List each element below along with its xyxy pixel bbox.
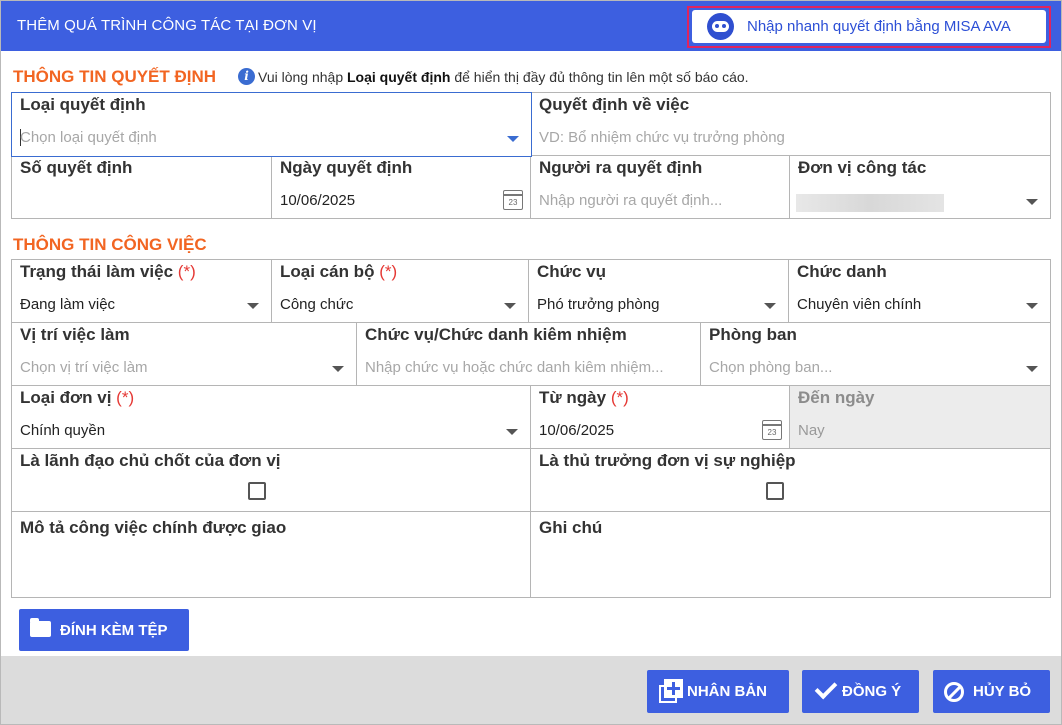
head-of-unit-checkbox[interactable] xyxy=(766,482,784,500)
department-label: Phòng ban xyxy=(709,325,797,344)
decision-about-field[interactable]: Quyết định về việc VD: Bổ nhiệm chức vụ … xyxy=(530,92,1051,156)
to-date-label: Đến ngày xyxy=(798,388,875,407)
to-date-placeholder: Nay xyxy=(798,422,825,439)
check-icon xyxy=(814,676,838,700)
concurrent-position-field[interactable]: Chức vụ/Chức danh kiêm nhiệm Nhập chức v… xyxy=(356,322,701,386)
unit-type-value: Chính quyền xyxy=(20,422,106,439)
agree-button[interactable]: ĐỒNG Ý xyxy=(802,670,919,713)
decision-date-label: Ngày quyết định xyxy=(280,158,413,177)
job-position-placeholder: Chọn vị trí việc làm xyxy=(20,359,148,376)
from-date-label: Từ ngày (*) xyxy=(539,388,629,407)
from-date-value: 10/06/2025 xyxy=(539,422,615,439)
decision-issuer-label: Người ra quyết định xyxy=(539,158,703,177)
work-unit-field[interactable]: Đơn vị công tác xyxy=(789,155,1051,219)
duplicate-button[interactable]: NHÂN BẢN xyxy=(647,670,789,713)
info-note: Vui lòng nhập Loại quyết định để hiển th… xyxy=(258,69,749,85)
chevron-down-icon[interactable] xyxy=(1026,366,1038,372)
head-of-unit-label: Là thủ trưởng đơn vị sự nghiệp xyxy=(539,451,796,470)
cancel-label: HỦY BỎ xyxy=(973,683,1032,700)
department-field[interactable]: Phòng ban Chọn phòng ban... xyxy=(700,322,1051,386)
job-position-label: Vị trí việc làm xyxy=(20,325,130,344)
misa-ava-label: Nhập nhanh quyết định bằng MISA AVA xyxy=(747,18,1011,35)
decision-about-label: Quyết định về việc xyxy=(539,95,690,114)
calendar-icon[interactable]: 23 xyxy=(762,420,782,440)
decision-date-field[interactable]: Ngày quyết định 10/06/2025 23 xyxy=(271,155,531,219)
attach-file-label: ĐÍNH KÈM TỆP xyxy=(60,622,168,639)
decision-date-value: 10/06/2025 xyxy=(280,192,356,209)
title-label: Chức danh xyxy=(797,262,887,281)
decision-issuer-placeholder: Nhập người ra quyết định... xyxy=(539,192,723,209)
note-label: Ghi chú xyxy=(539,518,603,537)
chevron-down-icon[interactable] xyxy=(1026,199,1038,205)
job-description-label: Mô tả công việc chính được giao xyxy=(20,518,287,537)
attach-file-button[interactable]: ĐÍNH KÈM TỆP xyxy=(19,609,189,651)
dialog: THÊM QUÁ TRÌNH CÔNG TÁC TẠI ĐƠN VỊ Nhập … xyxy=(0,0,1062,725)
chevron-down-icon[interactable] xyxy=(1026,303,1038,309)
section-title-job: THÔNG TIN CÔNG VIỆC xyxy=(13,235,207,254)
unit-type-field[interactable]: Loại đơn vị (*) Chính quyền xyxy=(11,385,531,449)
work-unit-label: Đơn vị công tác xyxy=(798,158,927,177)
calendar-icon[interactable]: 23 xyxy=(503,190,523,210)
chevron-down-icon[interactable] xyxy=(506,429,518,435)
ban-icon xyxy=(944,682,964,702)
decision-issuer-field[interactable]: Người ra quyết định Nhập người ra quyết … xyxy=(530,155,790,219)
chevron-down-icon[interactable] xyxy=(247,303,259,309)
dialog-title: THÊM QUÁ TRÌNH CÔNG TÁC TẠI ĐƠN VỊ xyxy=(17,17,317,34)
section-title-decision: THÔNG TIN QUYẾT ĐỊNH xyxy=(13,67,217,86)
work-status-field[interactable]: Trạng thái làm việc (*) Đang làm việc xyxy=(11,259,272,324)
key-leader-label: Là lãnh đạo chủ chốt của đơn vị xyxy=(20,451,281,470)
dialog-header: THÊM QUÁ TRÌNH CÔNG TÁC TẠI ĐƠN VỊ Nhập … xyxy=(1,1,1061,51)
position-label: Chức vụ xyxy=(537,262,606,281)
note-field[interactable]: Ghi chú xyxy=(530,511,1051,598)
key-leader-checkbox[interactable] xyxy=(248,482,266,500)
chevron-down-icon[interactable] xyxy=(764,303,776,309)
key-leader-field: Là lãnh đạo chủ chốt của đơn vị xyxy=(11,448,531,512)
job-position-field[interactable]: Vị trí việc làm Chọn vị trí việc làm xyxy=(11,322,357,386)
concurrent-position-placeholder: Nhập chức vụ hoặc chức danh kiêm nhiệm..… xyxy=(365,359,664,376)
staff-type-value: Công chức xyxy=(280,296,354,313)
work-status-label: Trạng thái làm việc (*) xyxy=(20,262,196,281)
misa-ava-button[interactable]: Nhập nhanh quyết định bằng MISA AVA xyxy=(692,10,1046,43)
to-date-field: Đến ngày Nay xyxy=(789,385,1051,449)
redacted-value xyxy=(796,194,944,212)
head-of-unit-field: Là thủ trưởng đơn vị sự nghiệp xyxy=(530,448,1051,512)
unit-type-label: Loại đơn vị (*) xyxy=(20,388,135,407)
decision-about-placeholder: VD: Bổ nhiệm chức vụ trưởng phòng xyxy=(539,129,785,146)
decision-type-field[interactable]: Loại quyết định Chọn loại quyết định xyxy=(11,92,532,157)
decision-number-label: Số quyết định xyxy=(20,158,133,177)
agree-label: ĐỒNG Ý xyxy=(842,683,902,700)
chevron-down-icon[interactable] xyxy=(507,136,519,142)
robot-icon xyxy=(707,13,734,40)
position-field[interactable]: Chức vụ Phó trưởng phòng xyxy=(528,259,789,324)
title-value: Chuyên viên chính xyxy=(797,296,922,313)
decision-type-placeholder: Chọn loại quyết định xyxy=(20,129,157,146)
chevron-down-icon[interactable] xyxy=(504,303,516,309)
work-status-value: Đang làm việc xyxy=(20,296,116,313)
cancel-button[interactable]: HỦY BỎ xyxy=(933,670,1050,713)
folder-icon xyxy=(30,618,51,637)
job-description-field[interactable]: Mô tả công việc chính được giao xyxy=(11,511,531,598)
decision-type-label: Loại quyết định xyxy=(20,95,146,114)
staff-type-label: Loại cán bộ (*) xyxy=(280,262,398,281)
duplicate-label: NHÂN BẢN xyxy=(687,683,767,700)
position-value: Phó trưởng phòng xyxy=(537,296,660,313)
chevron-down-icon[interactable] xyxy=(332,366,344,372)
dialog-footer: NHÂN BẢN ĐỒNG Ý HỦY BỎ xyxy=(1,656,1061,724)
department-placeholder: Chọn phòng ban... xyxy=(709,359,833,376)
decision-number-field[interactable]: Số quyết định xyxy=(11,155,272,219)
staff-type-field[interactable]: Loại cán bộ (*) Công chức xyxy=(271,259,529,324)
from-date-field[interactable]: Từ ngày (*) 10/06/2025 23 xyxy=(530,385,790,449)
title-field[interactable]: Chức danh Chuyên viên chính xyxy=(788,259,1051,324)
duplicate-icon xyxy=(659,679,683,703)
concurrent-position-label: Chức vụ/Chức danh kiêm nhiệm xyxy=(365,325,627,344)
info-icon: i xyxy=(238,68,255,85)
